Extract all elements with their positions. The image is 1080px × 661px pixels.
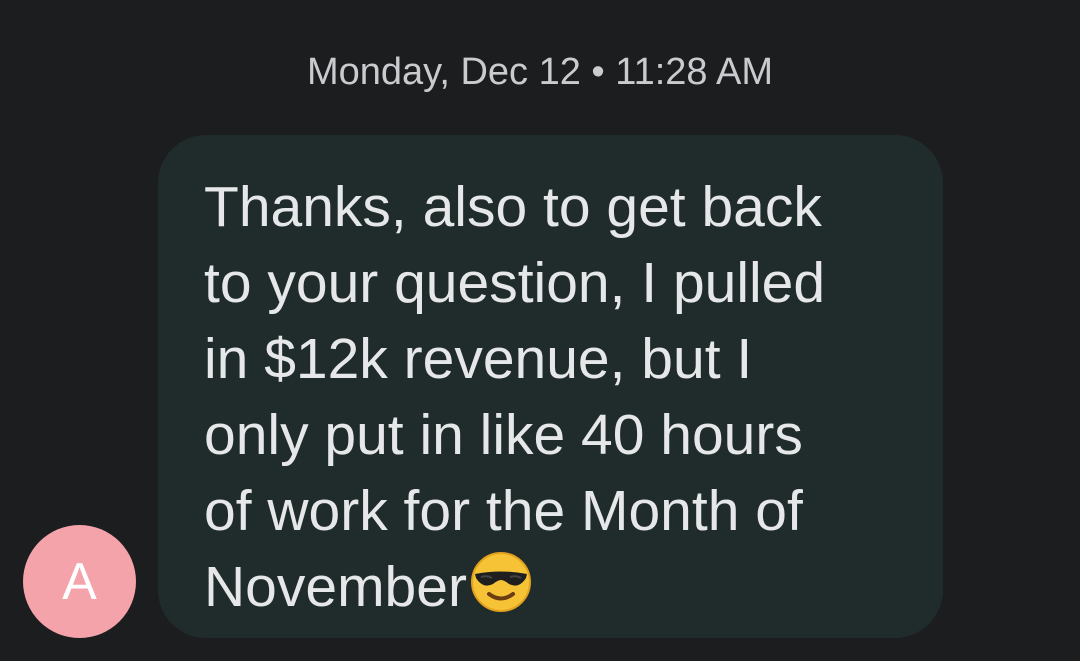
message-text: Thanks, also to get back to your questio… xyxy=(204,169,899,625)
message-line-5: of work for the Month of xyxy=(204,479,803,543)
sender-avatar[interactable]: A xyxy=(23,525,136,638)
incoming-message-row: A Thanks, also to get back to your quest… xyxy=(0,0,1080,661)
message-line-4: only put in like 40 hours xyxy=(204,403,803,467)
message-line-6-text: November xyxy=(204,555,467,619)
message-line-1: Thanks, also to get back xyxy=(204,175,822,239)
message-line-2: to your question, I pulled xyxy=(204,251,826,315)
message-line-6: November xyxy=(204,549,899,625)
message-bubble[interactable]: Thanks, also to get back to your questio… xyxy=(158,135,943,638)
smiling-face-with-sunglasses-icon xyxy=(470,552,531,612)
message-line-3: in $12k revenue, but I xyxy=(204,327,753,391)
